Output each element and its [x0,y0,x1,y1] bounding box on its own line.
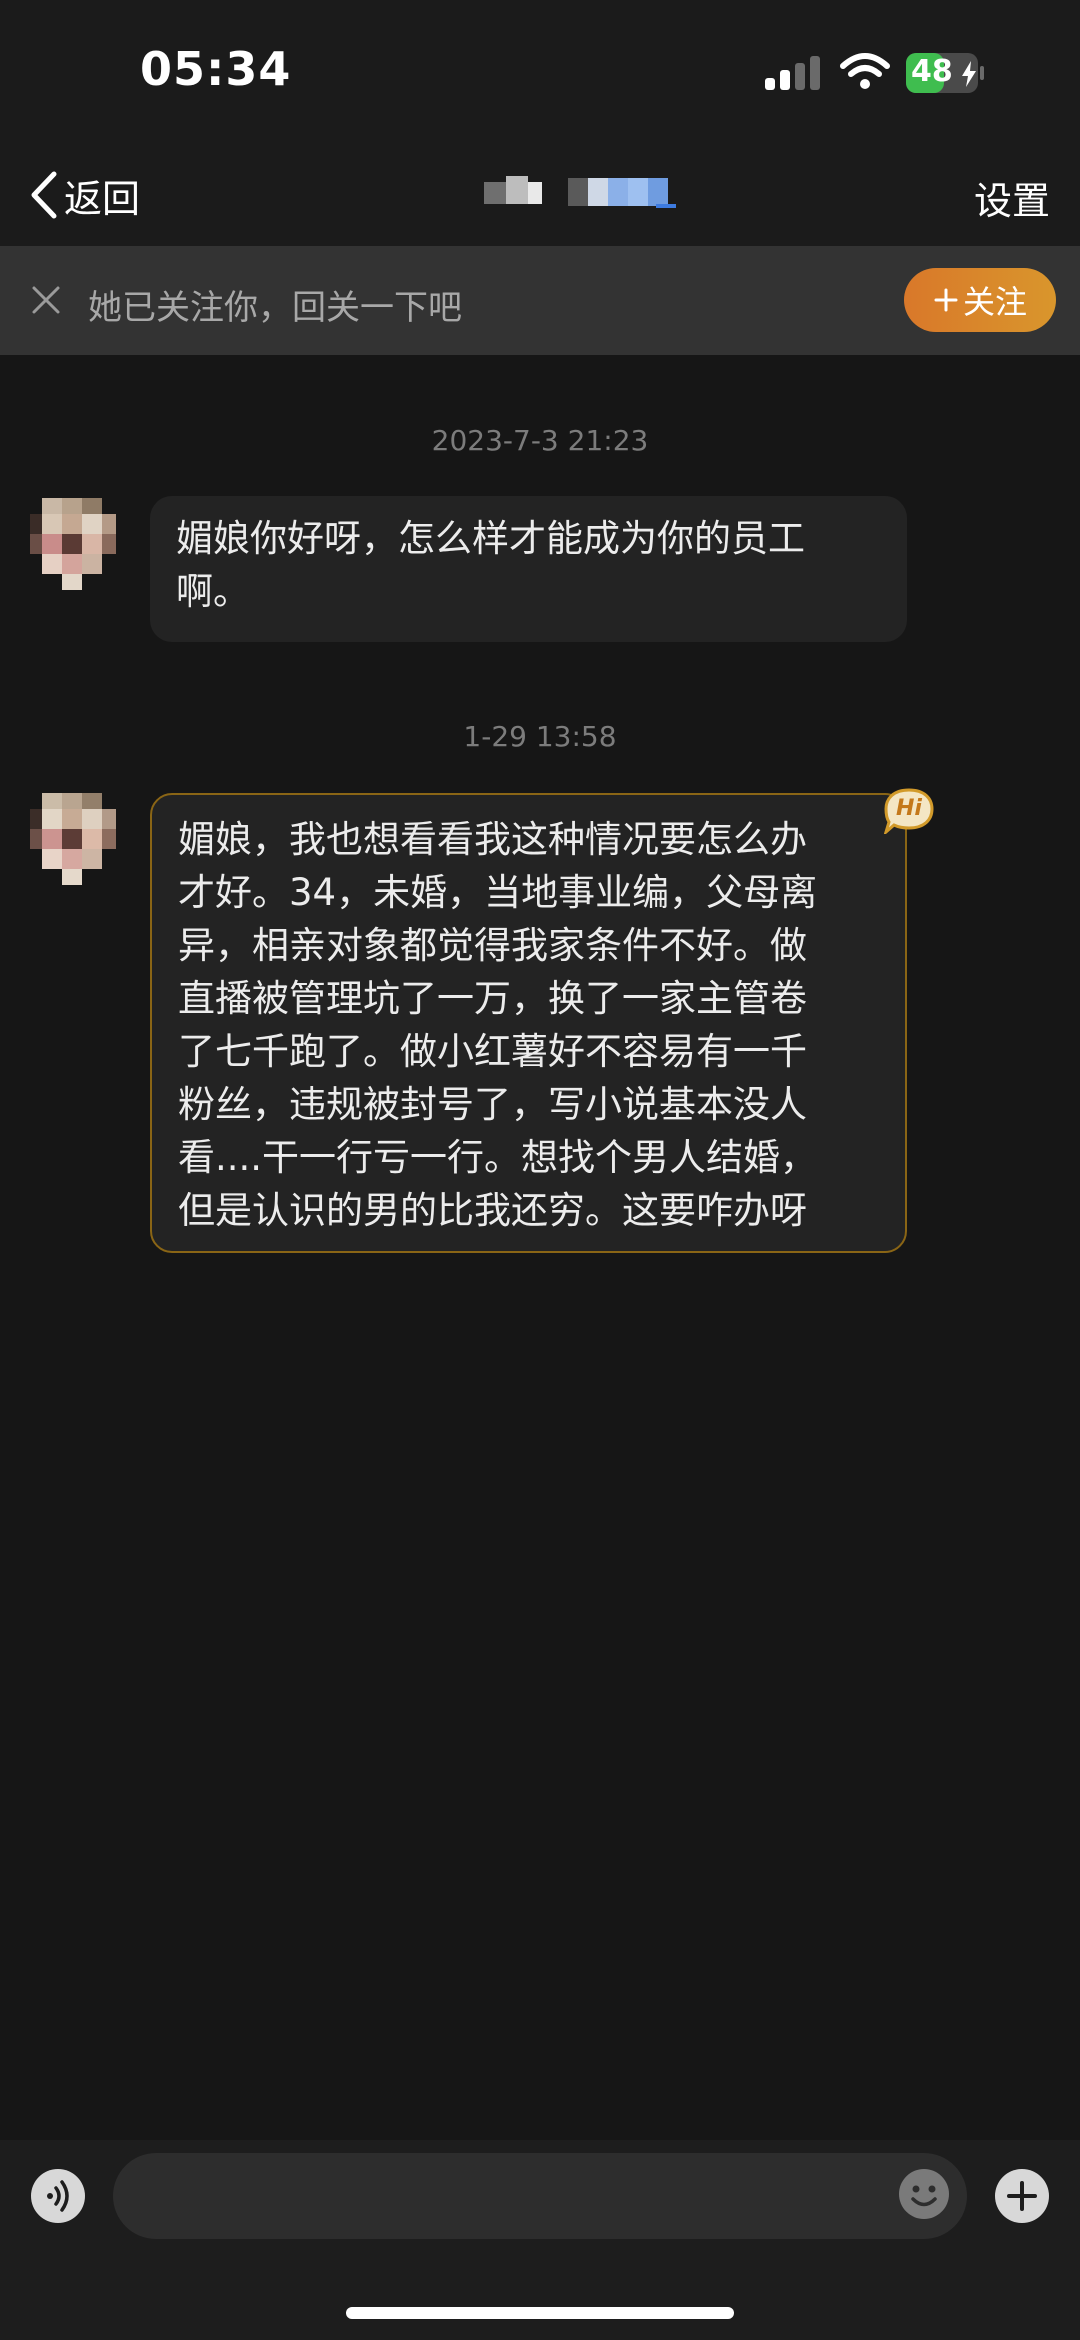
battery-indicator: 48 [905,52,985,94]
chevron-left-icon [31,171,57,219]
follow-label: 关注 [962,283,1027,321]
follow-button[interactable]: 关注 [904,268,1056,332]
battery-level: 48 [911,54,953,89]
plus-icon [934,288,958,312]
message-input[interactable] [113,2153,967,2239]
message-timestamp: 1-29 13:58 [463,720,617,753]
sender-avatar[interactable] [30,498,120,598]
home-indicator[interactable] [346,2307,734,2319]
hi-badge: Hi [884,788,934,834]
add-icon[interactable] [994,2168,1050,2224]
back-button[interactable]: 返回 [28,165,140,225]
sender-avatar[interactable] [30,793,120,893]
chat-title-redacted [484,176,676,208]
wifi-icon [840,53,890,89]
voice-input-icon[interactable] [30,2168,86,2224]
message-bubble[interactable]: 媚娘你好呀，怎么样才能成为你的员工 啊。 [150,496,907,642]
follow-back-prompt: 她已关注你，回关一下吧 [88,288,462,328]
message-timestamp: 2023-7-3 21:23 [431,424,649,457]
back-label: 返回 [64,176,141,221]
settings-button[interactable]: 设置 [974,170,1050,225]
charging-bolt-icon [962,61,976,87]
status-time: 05:34 [140,42,292,96]
cellular-signal-icon [765,56,820,90]
hi-badge-label: Hi [896,796,922,821]
emoji-icon[interactable] [898,2168,950,2220]
close-icon[interactable] [26,280,66,320]
message-bubble[interactable]: 媚娘，我也想看看我这种情况要怎么办 才好。34，未婚，当地事业编，父母离 异，相… [150,793,907,1253]
